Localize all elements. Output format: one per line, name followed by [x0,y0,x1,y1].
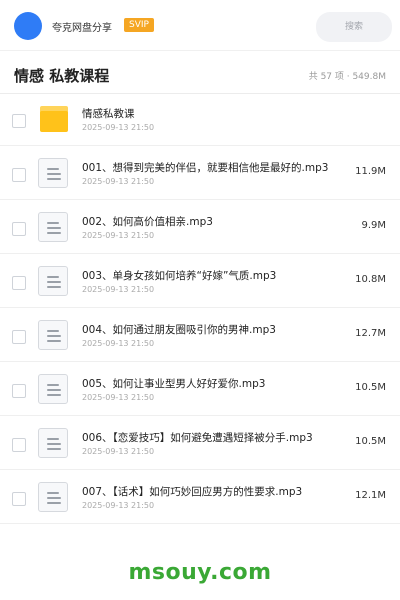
file-size: 11.9M [355,166,386,177]
folder-icon [40,106,68,132]
audio-file-icon [38,428,68,458]
select-checkbox[interactable] [12,276,26,290]
file-size: 12.7M [355,328,386,339]
app-header: 夸克网盘分享 SVIP [0,0,400,50]
select-checkbox[interactable] [12,222,26,236]
list-item[interactable]: 004、如何通过朋友圈吸引你的男神.mp3 2025-09-13 21:50 1… [0,308,400,362]
file-name: 005、如何让事业型男人好好爱你.mp3 [82,378,266,390]
audio-file-icon [38,266,68,296]
page-title: 情感 私教课程 [14,67,110,85]
file-name: 006、【恋爱技巧】如何避免遭遇短择被分手.mp3 [82,432,313,444]
folder-title-bar: 情感 私教课程 共 57 项 · 549.8M [0,50,400,94]
folder-summary: 共 57 项 · 549.8M [308,72,386,82]
file-date: 2025-09-13 21:50 [82,177,155,186]
audio-file-icon [38,374,68,404]
file-date: 2025-09-13 21:50 [82,231,155,240]
file-date: 2025-09-13 21:50 [82,393,155,402]
file-size: 10.5M [355,436,386,447]
file-size: 12.1M [355,490,386,501]
audio-file-icon [38,158,68,188]
select-checkbox[interactable] [12,384,26,398]
file-date: 2025-09-13 21:50 [82,447,155,456]
list-item[interactable]: 006、【恋爱技巧】如何避免遭遇短择被分手.mp3 2025-09-13 21:… [0,416,400,470]
select-checkbox[interactable] [12,438,26,452]
list-item[interactable]: 007、【话术】如何巧妙回应男方的性要求.mp3 2025-09-13 21:5… [0,470,400,524]
file-size: 10.5M [355,382,386,393]
audio-file-icon [38,482,68,512]
audio-file-icon [38,320,68,350]
select-checkbox[interactable] [12,492,26,506]
file-date: 2025-09-13 21:50 [82,285,155,294]
file-name: 003、单身女孩如何培养“好嫁”气质.mp3 [82,270,277,282]
avatar[interactable] [14,12,42,40]
file-name: 001、想得到完美的伴侣，就要相信他是最好的.mp3 [82,162,329,174]
file-size: 10.8M [355,274,386,285]
file-date: 2025-09-13 21:50 [82,339,155,348]
file-size: 9.9M [361,220,386,231]
list-item[interactable]: 005、如何让事业型男人好好爱你.mp3 2025-09-13 21:50 10… [0,362,400,416]
svip-badge: SVIP [124,18,154,32]
list-item[interactable]: 001、想得到完美的伴侣，就要相信他是最好的.mp3 2025-09-13 21… [0,146,400,200]
file-name: 情感私教课 [82,108,135,120]
file-list: 情感私教课 2025-09-13 21:50 001、想得到完美的伴侣，就要相信… [0,92,400,524]
search-input[interactable] [316,12,392,42]
list-item[interactable]: 002、如何高价值相亲.mp3 2025-09-13 21:50 9.9M [0,200,400,254]
audio-file-icon [38,212,68,242]
footer-brand-watermark: msouy.com [128,560,272,585]
select-checkbox[interactable] [12,168,26,182]
file-date: 2025-09-13 21:50 [82,501,155,510]
select-checkbox[interactable] [12,114,26,128]
file-name: 007、【话术】如何巧妙回应男方的性要求.mp3 [82,486,303,498]
list-item[interactable]: 003、单身女孩如何培养“好嫁”气质.mp3 2025-09-13 21:50 … [0,254,400,308]
site-name: 夸克网盘分享 [52,23,112,34]
file-name: 004、如何通过朋友圈吸引你的男神.mp3 [82,324,276,336]
file-date: 2025-09-13 21:50 [82,123,155,132]
file-name: 002、如何高价值相亲.mp3 [82,216,213,228]
select-checkbox[interactable] [12,330,26,344]
list-item[interactable]: 情感私教课 2025-09-13 21:50 [0,92,400,146]
